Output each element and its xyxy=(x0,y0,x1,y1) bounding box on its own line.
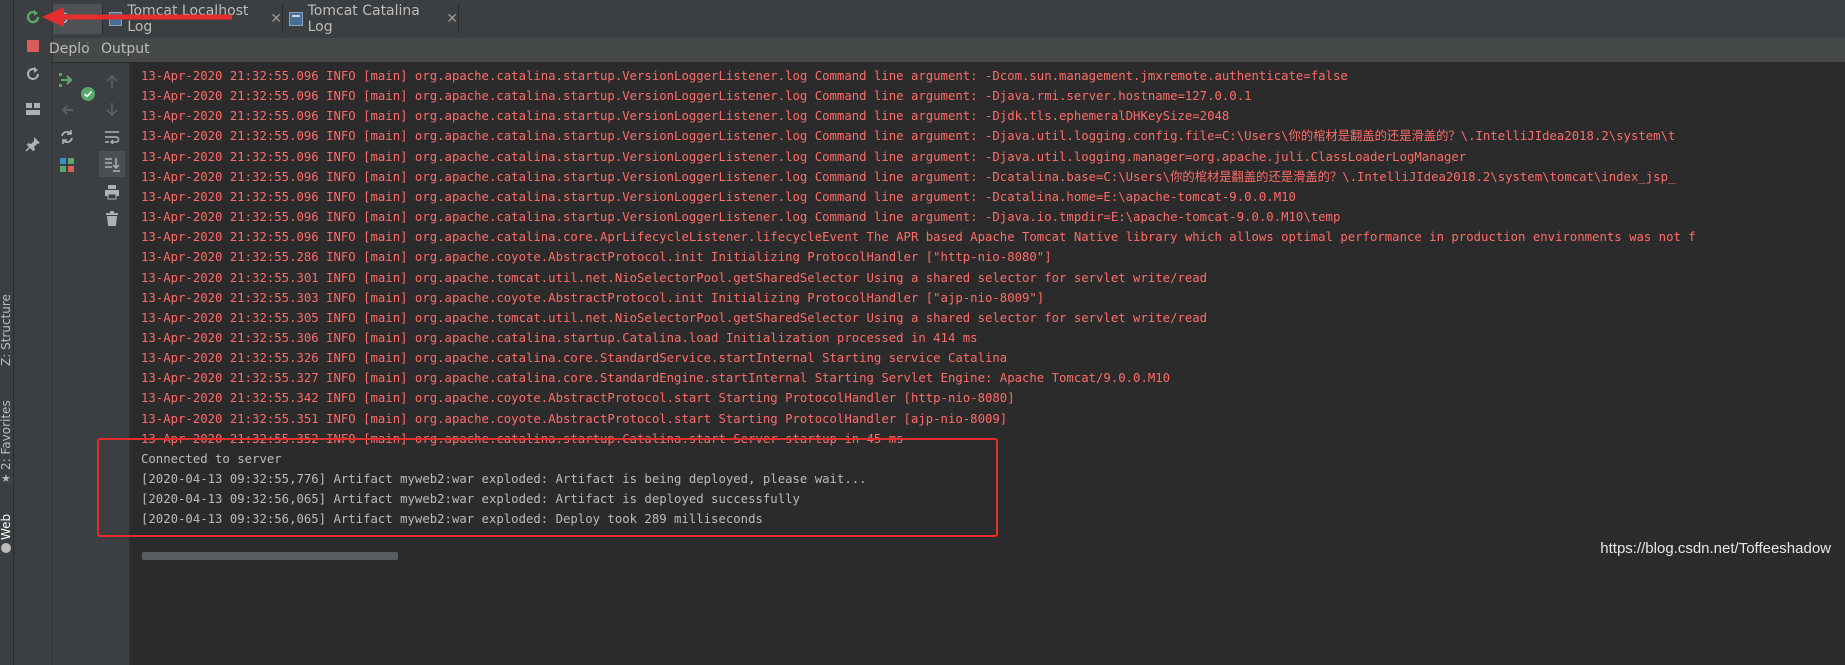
check-icon xyxy=(77,83,99,105)
log-line: 13-Apr-2020 21:32:55.096 INFO [main] org… xyxy=(141,189,1296,204)
log-file-icon xyxy=(289,12,303,26)
log-line: [2020-04-13 09:32:56,065] Artifact myweb… xyxy=(141,492,800,507)
stop-icon[interactable] xyxy=(22,35,44,57)
log-line: 13-Apr-2020 21:32:55.305 INFO [main] org… xyxy=(141,310,1208,325)
horizontal-scrollbar[interactable] xyxy=(142,552,398,560)
console-output[interactable]: 13-Apr-2020 21:32:55.096 INFO [main] org… xyxy=(130,63,1845,665)
log-line: 13-Apr-2020 21:32:55.301 INFO [main] org… xyxy=(141,270,1208,285)
scroll-to-end-icon[interactable] xyxy=(99,151,125,177)
favorites-tool-tab[interactable]: 2: Favorites xyxy=(0,400,13,470)
log-line: [2020-04-13 09:32:56,065] Artifact myweb… xyxy=(141,512,763,527)
console-subheader: Deplo ⫶ Output xyxy=(49,38,1845,63)
deployment-toolbar xyxy=(53,63,98,665)
log-line: 13-Apr-2020 21:32:55.306 INFO [main] org… xyxy=(141,330,978,345)
deployment-tab[interactable]: Deplo xyxy=(49,41,90,57)
tab-tomcat-catalina-log[interactable]: Tomcat Catalina Log ✕ xyxy=(283,3,459,35)
log-line: 13-Apr-2020 21:32:55.342 INFO [main] org… xyxy=(141,391,1015,406)
artifact-icon[interactable] xyxy=(56,154,78,176)
restart-icon[interactable] xyxy=(22,63,44,85)
web-tool-tab[interactable]: Web xyxy=(0,514,13,540)
close-icon[interactable]: ✕ xyxy=(446,11,458,27)
log-line: 13-Apr-2020 21:32:55.326 INFO [main] org… xyxy=(141,351,1008,366)
refresh-icon[interactable] xyxy=(56,126,78,148)
close-icon[interactable]: ✕ xyxy=(270,11,282,27)
run-actions-toolbar xyxy=(14,0,53,665)
log-line: 13-Apr-2020 21:32:55.096 INFO [main] org… xyxy=(141,149,1467,164)
web-tab-indicator xyxy=(1,543,11,553)
log-line: 13-Apr-2020 21:32:55.096 INFO [main] org… xyxy=(141,129,1676,144)
log-line: 13-Apr-2020 21:32:55.303 INFO [main] org… xyxy=(141,290,1045,305)
trash-icon[interactable] xyxy=(101,208,123,230)
tab-tomcat-localhost-log[interactable]: Tomcat Localhost Log ✕ xyxy=(103,3,283,35)
rerun-icon[interactable] xyxy=(22,6,44,28)
tab-label: Tomcat Catalina Log xyxy=(307,3,420,35)
layout-icon[interactable] xyxy=(22,98,44,120)
log-line: 13-Apr-2020 21:32:55.096 INFO [main] org… xyxy=(141,230,1696,245)
pin-icon[interactable] xyxy=(22,133,44,155)
output-tab[interactable]: Output xyxy=(101,41,150,57)
print-icon[interactable] xyxy=(101,181,123,203)
log-line: 13-Apr-2020 21:32:55.096 INFO [main] org… xyxy=(141,169,1676,184)
arrow-down-icon[interactable] xyxy=(101,98,123,120)
soft-wrap-icon[interactable] xyxy=(101,126,123,148)
chevron-icon: ⫶ xyxy=(86,40,90,54)
log-line: [2020-04-13 09:32:55,776] Artifact myweb… xyxy=(141,472,867,486)
log-line: Connected to server xyxy=(141,451,282,466)
log-line: 13-Apr-2020 21:32:55.351 INFO [main] org… xyxy=(141,411,1008,426)
console-actions-gutter xyxy=(97,63,130,665)
star-icon: ★ xyxy=(1,472,11,485)
arrow-up-icon[interactable] xyxy=(101,71,123,93)
log-line: 13-Apr-2020 21:32:55.096 INFO [main] org… xyxy=(141,210,1341,225)
log-line: 13-Apr-2020 21:32:55.286 INFO [main] org… xyxy=(141,250,1052,265)
deploy-icon[interactable] xyxy=(56,69,78,91)
log-line: 13-Apr-2020 21:32:55.096 INFO [main] org… xyxy=(141,109,1230,124)
structure-tool-tab[interactable]: Z: Structure xyxy=(0,294,13,366)
left-tool-window-strip: Z: Structure 2: Favorites ★ Web xyxy=(0,0,14,665)
tab-label: S xyxy=(59,11,68,27)
tab-server[interactable]: S xyxy=(53,4,103,34)
log-line: 13-Apr-2020 21:32:55.096 INFO [main] org… xyxy=(141,89,1252,104)
log-line: 13-Apr-2020 21:32:55.327 INFO [main] org… xyxy=(141,371,1171,386)
log-line: 13-Apr-2020 21:32:55.096 INFO [main] org… xyxy=(141,69,1348,83)
log-line: 13-Apr-2020 21:32:55.352 INFO [main] org… xyxy=(141,431,904,446)
watermark: https://blog.csdn.net/Toffeeshadow xyxy=(1600,540,1831,557)
tab-label: Tomcat Localhost Log xyxy=(127,3,249,35)
undeploy-icon[interactable] xyxy=(56,99,78,121)
log-file-icon xyxy=(109,12,123,26)
run-tab-bar: S Tomcat Localhost Log ✕ Tomcat Catalina… xyxy=(53,0,1845,39)
